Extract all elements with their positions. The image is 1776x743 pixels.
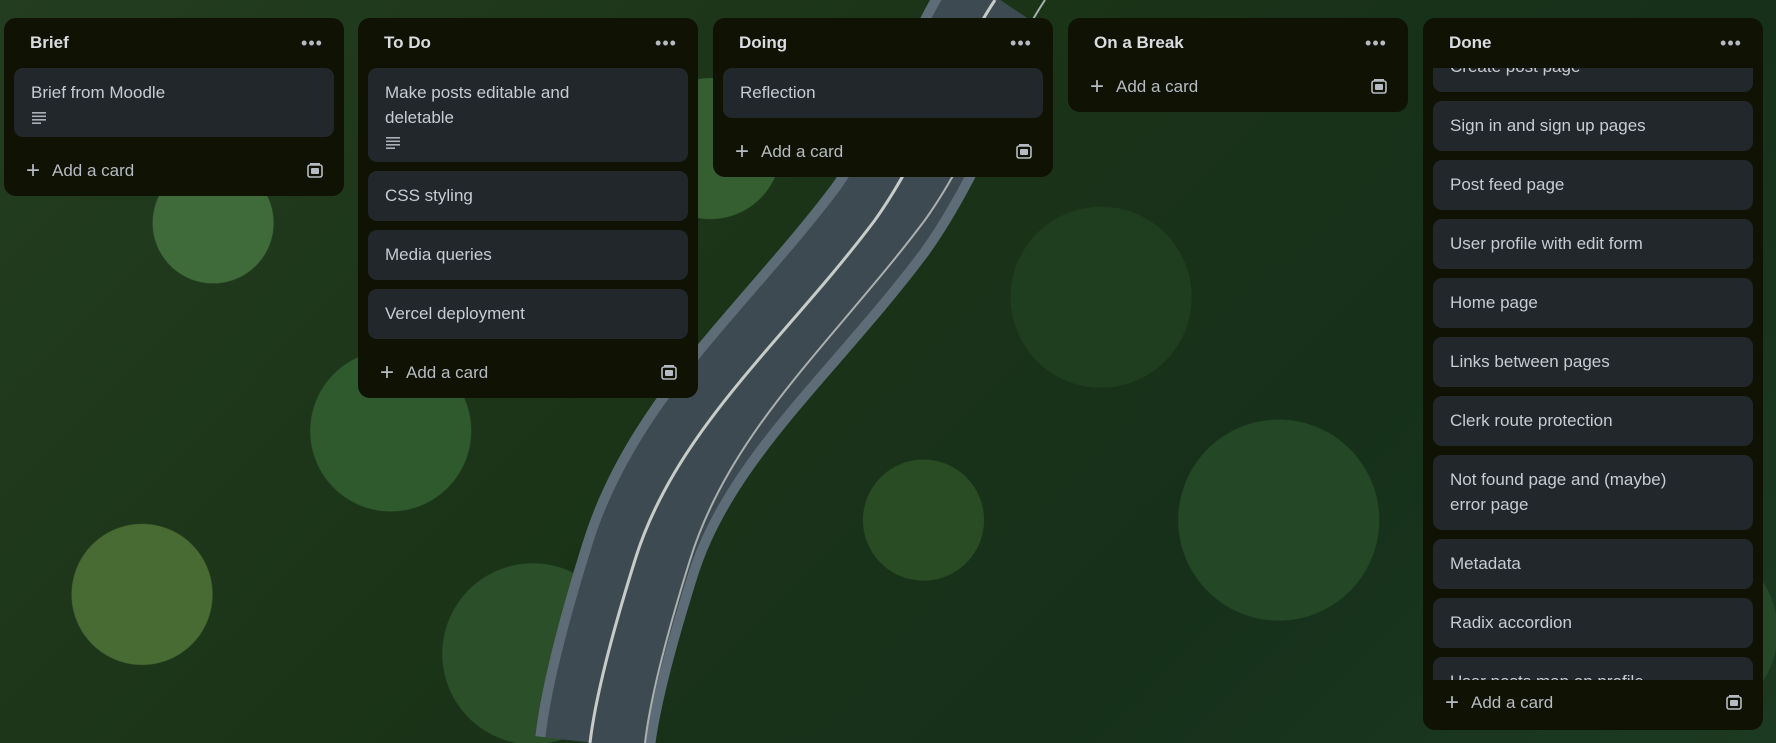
description-icon	[386, 137, 400, 149]
list-on-a-break: On a Break ••• + Add a card	[1068, 18, 1408, 112]
plus-icon: +	[735, 138, 750, 165]
add-card-row: + Add a card	[1433, 678, 1753, 728]
list-header: Doing •••	[723, 18, 1043, 68]
card-title: Clerk route protection	[1450, 411, 1613, 430]
list-title: Doing	[739, 33, 788, 52]
card-title: Make posts editable and deletable	[385, 83, 570, 127]
add-card-button[interactable]: + Add a card	[1445, 689, 1554, 716]
card[interactable]: Make posts editable and deletable	[368, 68, 688, 162]
description-icon	[32, 112, 46, 124]
add-card-row: + Add a card	[368, 348, 688, 398]
card[interactable]: Home page	[1433, 278, 1753, 328]
card-title: Media queries	[385, 245, 492, 264]
card[interactable]: Sign in and sign up pages	[1433, 101, 1753, 151]
card-title: Radix accordion	[1450, 613, 1572, 632]
card[interactable]: Clerk route protection	[1433, 396, 1753, 446]
card[interactable]: User profile with edit form	[1433, 219, 1753, 269]
list-title: Done	[1449, 33, 1492, 52]
add-card-row: + Add a card	[14, 146, 334, 196]
add-card-button[interactable]: + Add a card	[735, 138, 844, 165]
card-title: Home page	[1450, 293, 1538, 312]
list-done: Done ••• Create post page Sign in and si…	[1423, 18, 1763, 730]
add-card-label: Add a card	[1471, 693, 1554, 712]
card[interactable]: Radix accordion	[1433, 598, 1753, 648]
add-card-button[interactable]: + Add a card	[26, 157, 135, 184]
card[interactable]: Media queries	[368, 230, 688, 280]
card[interactable]: Vercel deployment	[368, 289, 688, 339]
list-header: Done •••	[1433, 18, 1753, 68]
list-header: On a Break •••	[1078, 18, 1398, 68]
list-header: To Do •••	[368, 18, 688, 68]
card-title: Create post page	[1450, 68, 1580, 76]
card[interactable]: Post feed page	[1433, 160, 1753, 210]
list-title: Brief	[30, 33, 69, 52]
card[interactable]: Reflection	[723, 68, 1043, 118]
card-title: Brief from Moodle	[31, 83, 166, 102]
more-horizontal-icon[interactable]: •••	[1715, 27, 1747, 59]
plus-icon: +	[1090, 73, 1105, 100]
card[interactable]: CSS styling	[368, 171, 688, 221]
add-card-button[interactable]: + Add a card	[1090, 73, 1199, 100]
card-title: Not found page and (maybe) error page	[1450, 470, 1667, 514]
more-horizontal-icon[interactable]: •••	[1360, 27, 1392, 59]
card-template-icon[interactable]	[1015, 143, 1033, 161]
card[interactable]: Create post page	[1433, 68, 1753, 92]
card-title: Post feed page	[1450, 175, 1565, 194]
add-card-label: Add a card	[52, 161, 135, 180]
more-horizontal-icon[interactable]: •••	[296, 27, 328, 59]
card-title: Sign in and sign up pages	[1450, 116, 1646, 135]
card-template-icon[interactable]	[660, 364, 678, 382]
card[interactable]: User posts map on profile	[1433, 657, 1753, 680]
more-horizontal-icon[interactable]: •••	[650, 27, 682, 59]
card[interactable]: Brief from Moodle	[14, 68, 334, 137]
list-header: Brief •••	[14, 18, 334, 68]
card[interactable]: Links between pages	[1433, 337, 1753, 387]
card-title: Links between pages	[1450, 352, 1610, 371]
card[interactable]: Not found page and (maybe) error page	[1433, 455, 1753, 530]
card-template-icon[interactable]	[1370, 78, 1388, 96]
add-card-label: Add a card	[406, 363, 489, 382]
list-to-do: To Do ••• Make posts editable and deleta…	[358, 18, 698, 398]
card-template-icon[interactable]	[306, 162, 324, 180]
card-title: Reflection	[740, 83, 816, 102]
card-template-icon[interactable]	[1725, 694, 1743, 712]
card-title: CSS styling	[385, 186, 473, 205]
add-card-row: + Add a card	[1078, 62, 1398, 112]
list-title: To Do	[384, 33, 431, 52]
add-card-label: Add a card	[1116, 77, 1199, 96]
list-doing: Doing ••• Reflection + Add a card	[713, 18, 1053, 177]
list-brief: Brief ••• Brief from Moodle + Add a card	[4, 18, 344, 196]
add-card-label: Add a card	[761, 142, 844, 161]
plus-icon: +	[380, 359, 395, 386]
card-title: User profile with edit form	[1450, 234, 1643, 253]
plus-icon: +	[26, 157, 41, 184]
card-title: Vercel deployment	[385, 304, 525, 323]
plus-icon: +	[1445, 689, 1460, 716]
more-horizontal-icon[interactable]: •••	[1005, 27, 1037, 59]
card-title: Metadata	[1450, 554, 1521, 573]
done-card-list[interactable]: Create post page Sign in and sign up pag…	[1433, 68, 1753, 680]
add-card-row: + Add a card	[723, 127, 1043, 177]
list-title: On a Break	[1094, 33, 1184, 52]
card[interactable]: Metadata	[1433, 539, 1753, 589]
add-card-button[interactable]: + Add a card	[380, 359, 489, 386]
